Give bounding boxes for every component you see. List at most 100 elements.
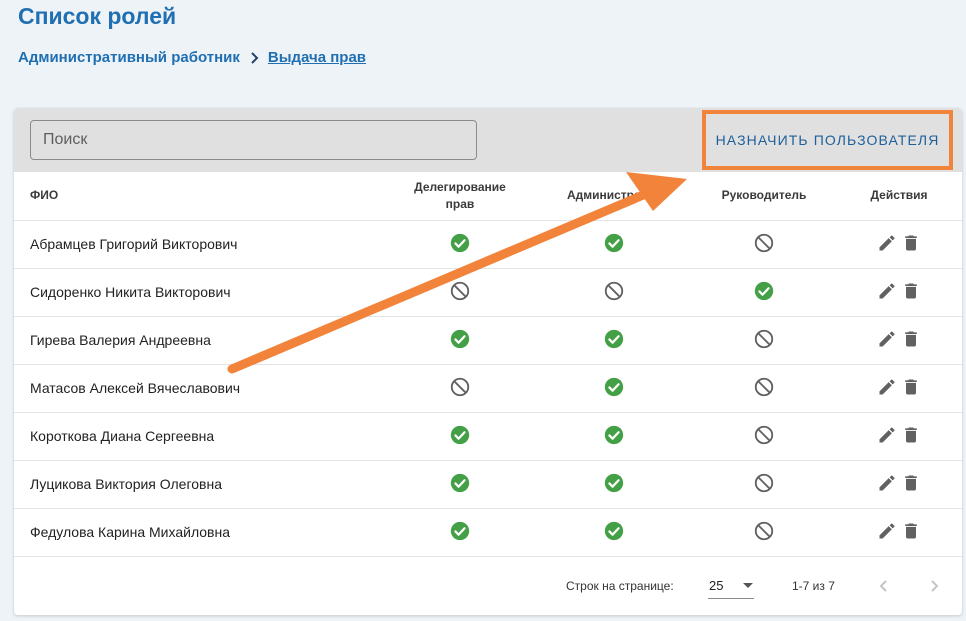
delegation-role-cell bbox=[384, 507, 536, 557]
trash-icon[interactable] bbox=[901, 521, 921, 544]
delegation-role-cell bbox=[384, 315, 536, 364]
admin-role-cell bbox=[536, 315, 692, 364]
column-header-actions: Действия bbox=[870, 188, 928, 203]
user-name: Федулова Карина Михайловна bbox=[14, 507, 384, 557]
roles-table: ФИО Делегирование прав Администратор Рук… bbox=[14, 172, 962, 557]
delegation-role-cell bbox=[384, 459, 536, 508]
trash-icon[interactable] bbox=[901, 473, 921, 496]
roles-card: НАЗНАЧИТЬ ПОЛЬЗОВАТЕЛЯ ФИО Делегирование… bbox=[14, 108, 962, 615]
column-header-delegation-line1: Делегирование bbox=[414, 179, 506, 194]
breadcrumb: Административный работник Выдача прав bbox=[18, 49, 366, 66]
delegation-role-cell bbox=[384, 363, 536, 412]
trash-icon[interactable] bbox=[901, 233, 921, 256]
row-actions bbox=[877, 329, 921, 352]
manager-role-cell bbox=[692, 363, 836, 412]
actions-cell bbox=[836, 507, 962, 557]
actions-cell bbox=[836, 315, 962, 364]
row-actions bbox=[877, 521, 921, 544]
manager-role-cell bbox=[692, 315, 836, 364]
rows-per-page-value: 25 bbox=[709, 578, 724, 593]
admin-role-cell bbox=[536, 411, 692, 460]
pencil-icon[interactable] bbox=[877, 473, 897, 496]
check-circle-icon bbox=[449, 520, 471, 545]
pencil-icon[interactable] bbox=[877, 521, 897, 544]
table-row: Короткова Диана Сергеевна bbox=[14, 411, 962, 460]
assign-user-button[interactable]: НАЗНАЧИТЬ ПОЛЬЗОВАТЕЛЯ bbox=[702, 110, 953, 170]
user-name: Короткова Диана Сергеевна bbox=[14, 411, 384, 460]
admin-role-cell bbox=[536, 267, 692, 316]
trash-icon[interactable] bbox=[901, 329, 921, 352]
row-actions bbox=[877, 473, 921, 496]
manager-role-cell bbox=[692, 459, 836, 508]
row-actions bbox=[877, 281, 921, 304]
breadcrumb-parent[interactable]: Административный работник bbox=[18, 49, 240, 66]
pagination-range: 1-7 из 7 bbox=[792, 579, 835, 593]
manager-role-cell bbox=[692, 507, 836, 557]
pencil-icon[interactable] bbox=[877, 377, 897, 400]
delegation-role-cell bbox=[384, 411, 536, 460]
breadcrumb-current-link[interactable]: Выдача прав bbox=[268, 49, 366, 66]
check-circle-icon bbox=[603, 328, 625, 353]
check-circle-icon bbox=[603, 232, 625, 257]
table-row: Абрамцев Григорий Викторович bbox=[14, 219, 962, 268]
pencil-icon[interactable] bbox=[877, 329, 897, 352]
table-row: Гирева Валерия Андреевна bbox=[14, 315, 962, 364]
rows-per-page-label: Строк на странице: bbox=[566, 579, 674, 593]
check-circle-icon bbox=[603, 424, 625, 449]
rows-per-page-select[interactable]: 25 bbox=[708, 573, 754, 599]
column-header-delegation: Делегирование прав bbox=[384, 172, 536, 220]
actions-cell bbox=[836, 459, 962, 508]
column-header-delegation-line2: прав bbox=[445, 196, 475, 211]
row-actions bbox=[877, 377, 921, 400]
block-icon bbox=[603, 280, 625, 305]
user-name: Сидоренко Никита Викторович bbox=[14, 267, 384, 316]
table-header-row: ФИО Делегирование прав Администратор Рук… bbox=[14, 172, 962, 220]
block-icon bbox=[753, 376, 775, 401]
row-actions bbox=[877, 233, 921, 256]
admin-role-cell bbox=[536, 507, 692, 557]
pencil-icon[interactable] bbox=[877, 233, 897, 256]
chevron-right-icon bbox=[250, 51, 260, 64]
block-icon bbox=[753, 472, 775, 497]
table-body: Абрамцев Григорий Викторович Сидоренко Ни… bbox=[14, 219, 962, 557]
column-header-manager: Руководитель bbox=[721, 188, 807, 203]
search-input[interactable] bbox=[30, 120, 477, 160]
pagination: Строк на странице: 25 1-7 из 7 bbox=[14, 563, 962, 615]
check-circle-icon bbox=[603, 472, 625, 497]
admin-role-cell bbox=[536, 459, 692, 508]
actions-cell bbox=[836, 411, 962, 460]
manager-role-cell bbox=[692, 411, 836, 460]
next-page-button[interactable] bbox=[924, 577, 944, 597]
user-name: Гирева Валерия Андреевна bbox=[14, 315, 384, 364]
pencil-icon[interactable] bbox=[877, 281, 897, 304]
column-header-admin: Администратор bbox=[566, 188, 662, 203]
manager-role-cell bbox=[692, 219, 836, 268]
check-circle-icon bbox=[449, 232, 471, 257]
trash-icon[interactable] bbox=[901, 377, 921, 400]
row-actions bbox=[877, 425, 921, 448]
admin-role-cell bbox=[536, 363, 692, 412]
manager-role-cell bbox=[692, 267, 836, 316]
actions-cell bbox=[836, 363, 962, 412]
trash-icon[interactable] bbox=[901, 425, 921, 448]
page: Список ролей Административный работник В… bbox=[0, 0, 966, 621]
check-circle-icon bbox=[753, 280, 775, 305]
user-name: Абрамцев Григорий Викторович bbox=[14, 219, 384, 268]
actions-cell bbox=[836, 267, 962, 316]
block-icon bbox=[753, 520, 775, 545]
actions-cell bbox=[836, 219, 962, 268]
table-row: Матасов Алексей Вячеславович bbox=[14, 363, 962, 412]
block-icon bbox=[753, 328, 775, 353]
pencil-icon[interactable] bbox=[877, 425, 897, 448]
column-header-fio: ФИО bbox=[30, 188, 59, 203]
chevron-left-icon bbox=[879, 579, 889, 596]
trash-icon[interactable] bbox=[901, 281, 921, 304]
delegation-role-cell bbox=[384, 219, 536, 268]
check-circle-icon bbox=[449, 472, 471, 497]
chevron-right-icon bbox=[929, 579, 939, 596]
check-circle-icon bbox=[603, 376, 625, 401]
page-title: Список ролей bbox=[18, 3, 177, 29]
table-row: Луцикова Виктория Олеговна bbox=[14, 459, 962, 508]
check-circle-icon bbox=[449, 424, 471, 449]
prev-page-button[interactable] bbox=[874, 577, 894, 597]
